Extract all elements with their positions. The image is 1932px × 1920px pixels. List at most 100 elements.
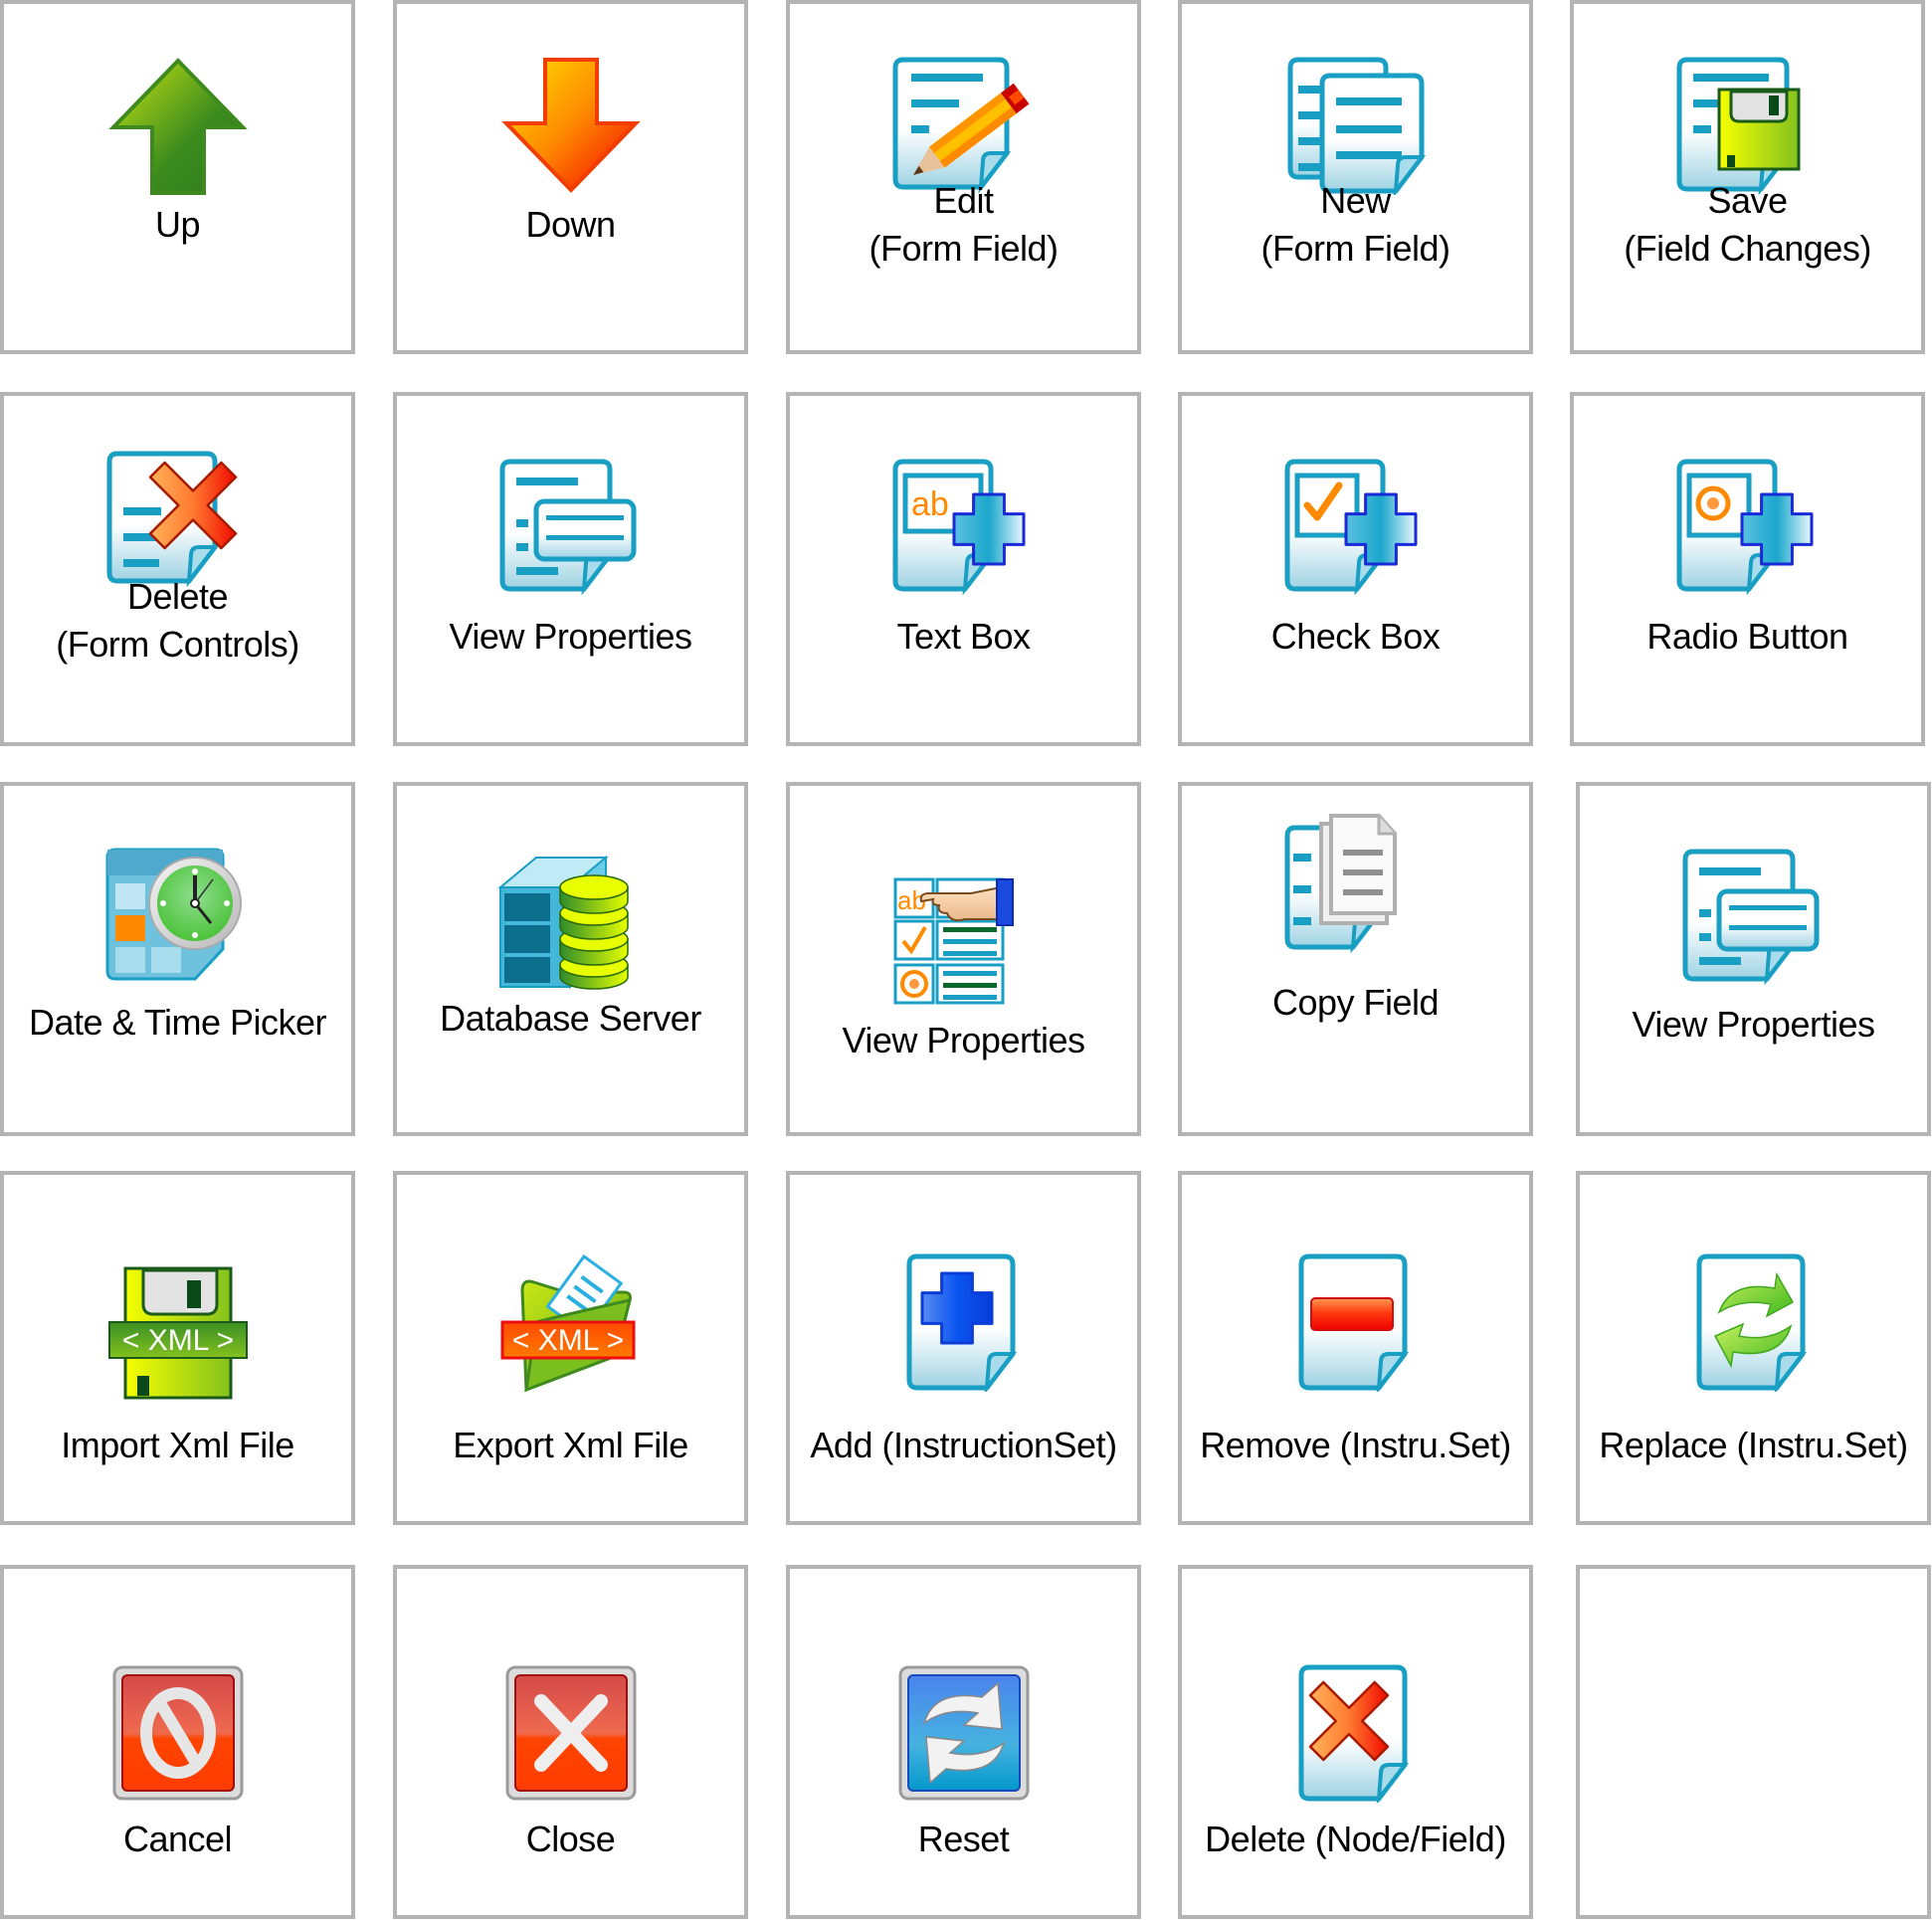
- tile-up[interactable]: Up: [0, 0, 355, 354]
- tile-label: Date & Time Picker: [4, 999, 351, 1047]
- tile-label: Export Xml File: [397, 1422, 744, 1469]
- copy-document-icon: [1182, 814, 1529, 953]
- empty-tile: [1576, 1565, 1931, 1919]
- export-xml-folder-icon: < XML >: [397, 1252, 744, 1392]
- arrow-down-icon: [397, 56, 744, 195]
- tile-save-field-changes[interactable]: Save (Field Changes): [1570, 0, 1925, 354]
- tile-label: Import Xml File: [4, 1422, 351, 1469]
- label-line: Import Xml File: [61, 1425, 294, 1465]
- tile-export-xml-file[interactable]: < XML > Export Xml File: [393, 1171, 748, 1525]
- arrow-up-icon: [4, 56, 351, 195]
- tile-copy-field[interactable]: Copy Field: [1178, 782, 1533, 1136]
- label-line: (Field Changes): [1624, 228, 1871, 269]
- tile-replace-instruset[interactable]: Replace (Instru.Set): [1576, 1171, 1931, 1525]
- tile-view-properties-1[interactable]: View Properties: [393, 392, 748, 746]
- label-line: Down: [525, 204, 616, 245]
- tile-date-time-picker[interactable]: Date & Time Picker: [0, 782, 355, 1136]
- tile-label: View Properties: [790, 1017, 1137, 1064]
- label-line: Delete: [126, 576, 229, 617]
- tile-delete-form-controls[interactable]: Delete (Form Controls): [0, 392, 355, 746]
- save-document-icon: [1574, 56, 1921, 195]
- label-line: Database Server: [440, 998, 701, 1039]
- replace-document-icon: [1580, 1252, 1927, 1392]
- tile-label: Close: [397, 1816, 744, 1863]
- tile-cancel[interactable]: Cancel: [0, 1565, 355, 1919]
- tile-reset[interactable]: Reset: [786, 1565, 1141, 1919]
- tile-label: Up: [4, 201, 351, 249]
- label-line: Export Xml File: [453, 1425, 688, 1465]
- label-line: Up: [154, 204, 201, 245]
- label-line: View Properties: [842, 1020, 1085, 1060]
- tile-check-box[interactable]: Check Box: [1178, 392, 1533, 746]
- add-document-icon: [790, 1252, 1137, 1392]
- label-line: Add (InstructionSet): [810, 1425, 1117, 1465]
- tile-label: Text Box: [790, 613, 1137, 661]
- new-document-icon: [1182, 56, 1529, 195]
- reset-icon: [790, 1663, 1137, 1803]
- tile-label: Copy Field: [1182, 979, 1529, 1027]
- tile-view-properties-2[interactable]: ab View Properties: [786, 782, 1141, 1136]
- tile-label: Down: [397, 201, 744, 249]
- label-line: Reset: [917, 1819, 1010, 1859]
- check-box-add-icon: [1182, 456, 1529, 595]
- delete-file-icon: [1182, 1663, 1529, 1803]
- tile-view-properties-3[interactable]: View Properties: [1576, 782, 1931, 1136]
- label-line: Save: [1707, 180, 1788, 221]
- view-properties-icon: [397, 456, 744, 595]
- view-properties-icon: [1580, 846, 1927, 985]
- label-line: Delete (Node/Field): [1205, 1819, 1506, 1859]
- tile-label: Cancel: [4, 1816, 351, 1863]
- database-server-icon: [397, 854, 744, 993]
- tile-label: Remove (Instru.Set): [1182, 1422, 1529, 1469]
- delete-document-icon: [4, 448, 351, 587]
- text-box-add-icon: ab: [790, 456, 1137, 595]
- tile-label: New (Form Field): [1182, 177, 1529, 273]
- label-line: Replace (Instru.Set): [1599, 1425, 1908, 1465]
- tile-label: Radio Button: [1574, 613, 1921, 661]
- label-line: Edit: [933, 180, 994, 221]
- form-controls-hand-icon: ab: [790, 873, 1137, 1013]
- svg-text:ab: ab: [911, 485, 949, 523]
- tile-database-server[interactable]: Database Server: [393, 782, 748, 1136]
- tile-radio-button[interactable]: Radio Button: [1570, 392, 1925, 746]
- tile-remove-instruset[interactable]: Remove (Instru.Set): [1178, 1171, 1533, 1525]
- tile-label: Database Server: [397, 995, 744, 1043]
- remove-document-icon: [1182, 1252, 1529, 1392]
- label-line: Copy Field: [1271, 982, 1440, 1023]
- tile-close[interactable]: Close: [393, 1565, 748, 1919]
- tile-label: Replace (Instru.Set): [1580, 1422, 1927, 1469]
- tile-label: View Properties: [397, 613, 744, 661]
- svg-text:< XML >: < XML >: [121, 1324, 233, 1357]
- label-line: Remove (Instru.Set): [1200, 1425, 1511, 1465]
- label-line: (Form Field): [1260, 228, 1451, 269]
- tile-label: Delete (Form Controls): [4, 573, 351, 669]
- label-line: (Form Controls): [56, 624, 299, 665]
- tile-edit-form-field[interactable]: Edit (Form Field): [786, 0, 1141, 354]
- tile-label: Save (Field Changes): [1574, 177, 1921, 273]
- tile-label: Edit (Form Field): [790, 177, 1137, 273]
- label-line: View Properties: [449, 616, 692, 657]
- tile-add-instructionset[interactable]: Add (InstructionSet): [786, 1171, 1141, 1525]
- tile-label: Delete (Node/Field): [1182, 1816, 1529, 1863]
- label-line: New: [1320, 180, 1391, 221]
- label-line: Cancel: [122, 1819, 233, 1859]
- radio-button-add-icon: [1574, 456, 1921, 595]
- svg-text:< XML >: < XML >: [511, 1324, 623, 1357]
- edit-document-icon: [790, 56, 1137, 195]
- cancel-icon: [4, 1663, 351, 1803]
- tile-import-xml-file[interactable]: < XML > Import Xml File: [0, 1171, 355, 1525]
- tile-text-box[interactable]: ab Text Box: [786, 392, 1141, 746]
- tile-delete-node-field[interactable]: Delete (Node/Field): [1178, 1565, 1533, 1919]
- tile-down[interactable]: Down: [393, 0, 748, 354]
- label-line: (Form Field): [869, 228, 1060, 269]
- tile-label: Add (InstructionSet): [790, 1422, 1137, 1469]
- tile-new-form-field[interactable]: New (Form Field): [1178, 0, 1533, 354]
- tile-label: Check Box: [1182, 613, 1529, 661]
- label-line: Radio Button: [1646, 616, 1848, 657]
- import-xml-floppy-icon: < XML >: [4, 1264, 351, 1404]
- label-line: Close: [525, 1819, 616, 1859]
- label-line: Date & Time Picker: [28, 1002, 327, 1043]
- calendar-clock-icon: [4, 846, 351, 985]
- tile-label: View Properties: [1580, 1001, 1927, 1049]
- close-icon: [397, 1663, 744, 1803]
